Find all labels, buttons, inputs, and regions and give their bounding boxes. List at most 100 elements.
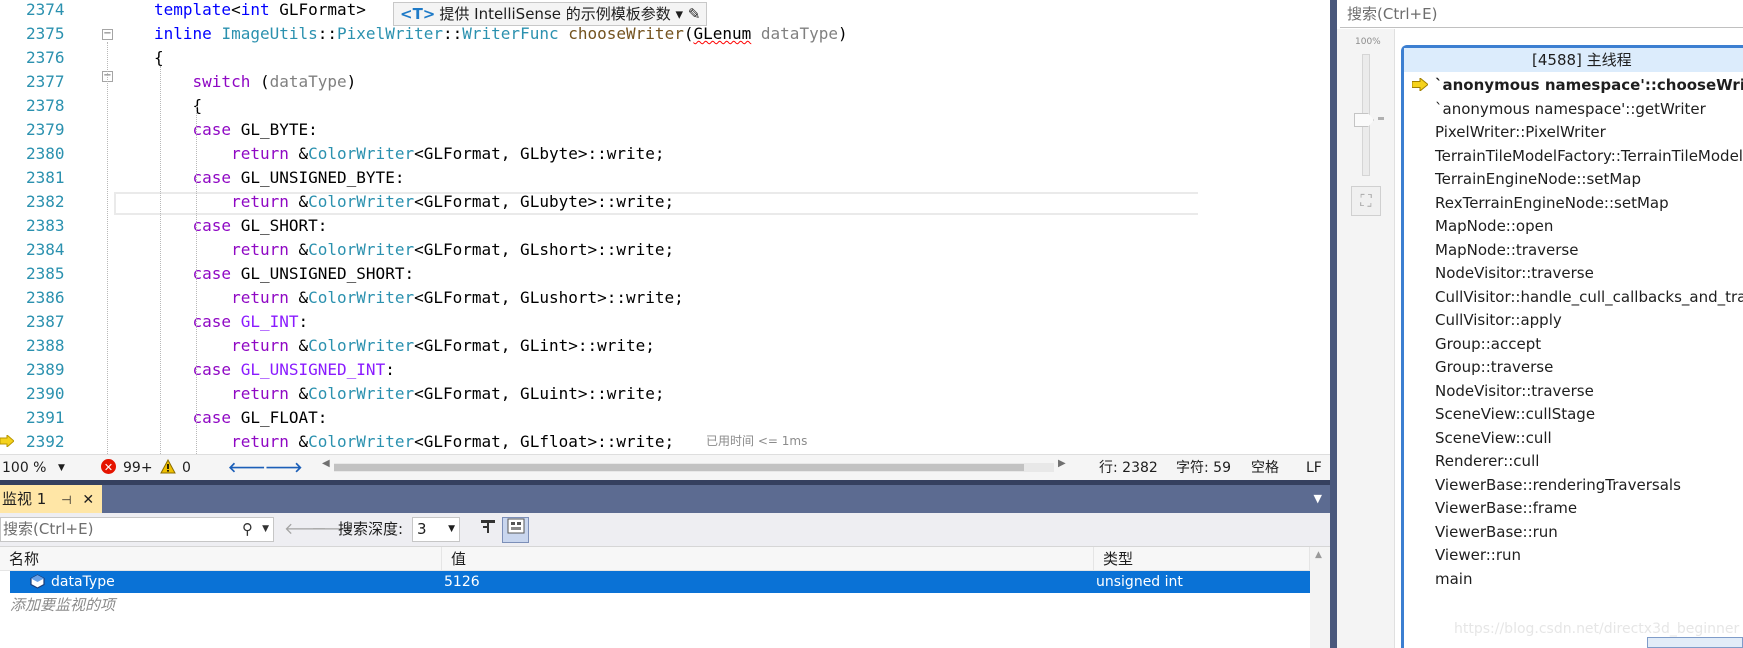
code-line[interactable]: 2391 case GL_FLOAT: xyxy=(0,406,1198,430)
stack-frame[interactable]: CullVisitor::apply xyxy=(1404,307,1743,333)
code-line[interactable]: 2379 case GL_BYTE: xyxy=(0,118,1198,142)
add-watch-item[interactable]: 添加要监视的项 xyxy=(10,594,115,616)
watch-value-cell[interactable]: 5126 xyxy=(444,571,480,593)
code-text[interactable]: case GL_UNSIGNED_INT: xyxy=(154,358,395,382)
stack-frame[interactable]: SceneView::cull xyxy=(1404,425,1743,451)
column-header-name[interactable]: 名称 xyxy=(0,547,442,571)
stack-frame[interactable]: MapNode::open xyxy=(1404,213,1743,239)
chevron-down-icon[interactable]: ▾ xyxy=(676,5,684,23)
arrow-right-icon[interactable]: 🡒 xyxy=(265,459,303,477)
code-text[interactable]: case GL_BYTE: xyxy=(154,118,318,142)
search-depth-select[interactable]: 3 ▼ xyxy=(412,517,460,542)
code-text[interactable]: return &ColorWriter<GLFormat, GLushort>:… xyxy=(154,286,684,310)
code-line[interactable]: 2378 { xyxy=(0,94,1198,118)
stack-frame[interactable]: Group::accept xyxy=(1404,331,1743,357)
chevron-down-icon[interactable]: ▼ xyxy=(262,518,269,541)
minimap-widget[interactable] xyxy=(1647,637,1743,648)
table-row[interactable]: dataType 5126 unsigned int xyxy=(10,571,1310,593)
code-line[interactable]: 2389 case GL_UNSIGNED_INT: xyxy=(0,358,1198,382)
code-line[interactable]: 2380 return &ColorWriter<GLFormat, GLbyt… xyxy=(0,142,1198,166)
code-text[interactable]: switch (dataType) xyxy=(154,70,357,94)
stack-frame[interactable]: Group::traverse xyxy=(1404,354,1743,380)
intellisense-template-hint[interactable]: <T> 提供 IntelliSense 的示例模板参数 ▾ ✎ xyxy=(393,2,708,26)
code-line[interactable]: 2385 case GL_UNSIGNED_SHORT: xyxy=(0,262,1198,286)
whitespace-indicator[interactable]: 空格 xyxy=(1251,459,1279,477)
code-text[interactable]: return &ColorWriter<GLFormat, GLfloat>::… xyxy=(154,430,674,454)
stack-frame[interactable]: Viewer::run xyxy=(1404,542,1743,568)
stack-frame[interactable]: Renderer::cull xyxy=(1404,448,1743,474)
stack-frame[interactable]: SceneView::cullStage xyxy=(1404,401,1743,427)
warning-count[interactable]: 0 xyxy=(182,459,191,477)
code-line[interactable]: 2381 case GL_UNSIGNED_BYTE: xyxy=(0,166,1198,190)
code-line[interactable]: 2384 return &ColorWriter<GLFormat, GLsho… xyxy=(0,238,1198,262)
stack-frame[interactable]: `anonymous namespace'::chooseWriter<> xyxy=(1404,72,1743,98)
error-icon[interactable]: ✕ xyxy=(101,459,116,474)
stack-frame[interactable]: RexTerrainEngineNode::setMap xyxy=(1404,190,1743,216)
line-ending-indicator[interactable]: LF xyxy=(1306,459,1322,477)
stack-frame[interactable]: main xyxy=(1404,566,1743,592)
code-text[interactable]: case GL_INT: xyxy=(154,310,309,334)
callstack-search-input[interactable]: 搜索(Ctrl+E) xyxy=(1340,1,1743,28)
code-line[interactable]: 2388 return &ColorWriter<GLFormat, GLint… xyxy=(0,334,1198,358)
pencil-icon[interactable]: ✎ xyxy=(688,5,701,23)
fit-to-view-icon[interactable]: ⛶ xyxy=(1351,186,1381,216)
code-text[interactable]: case GL_FLOAT: xyxy=(154,406,328,430)
stack-frame[interactable]: `anonymous namespace'::getWriter xyxy=(1404,96,1743,122)
code-text[interactable]: template<int GLFormat> xyxy=(154,0,366,22)
code-line[interactable]: 2376 { xyxy=(0,46,1198,70)
stack-frame[interactable]: ViewerBase::frame xyxy=(1404,495,1743,521)
horizontal-scrollbar[interactable]: ◀ ▶ xyxy=(322,458,1068,472)
code-text[interactable]: return &ColorWriter<GLFormat, GLshort>::… xyxy=(154,238,674,262)
stack-frame[interactable]: TerrainEngineNode::setMap xyxy=(1404,166,1743,192)
code-text[interactable]: { xyxy=(154,94,203,118)
stack-frame[interactable]: ViewerBase::run xyxy=(1404,519,1743,545)
stack-frame[interactable]: CullVisitor::handle_cull_callbacks_and_t… xyxy=(1404,284,1743,310)
chevron-down-icon[interactable]: ▼ xyxy=(58,459,65,477)
code-editor[interactable]: 2374 template<int GLFormat> 2375 inline Ima… xyxy=(0,0,1198,454)
code-line[interactable]: 2387 case GL_INT: xyxy=(0,310,1198,334)
column-header-type[interactable]: 类型 xyxy=(1094,547,1310,571)
scroll-left-icon[interactable]: ◀ xyxy=(322,458,330,469)
watch-search-input[interactable]: 搜索(Ctrl+E) ⚲ ▼ xyxy=(0,517,274,542)
code-line[interactable]: 2392 return &ColorWriter<GLFormat, GLflo… xyxy=(0,430,1198,454)
scroll-thumb[interactable] xyxy=(334,464,1024,471)
watch-name-cell[interactable]: dataType xyxy=(51,571,115,593)
close-icon[interactable]: ✕ xyxy=(82,492,94,508)
code-text[interactable]: return &ColorWriter<GLFormat, GLbyte>::w… xyxy=(154,142,664,166)
watch-vertical-scrollbar[interactable]: ▲ xyxy=(1310,547,1330,648)
stack-frame[interactable]: PixelWriter::PixelWriter xyxy=(1404,119,1743,145)
stack-frame[interactable]: NodeVisitor::traverse xyxy=(1404,260,1743,286)
code-line[interactable]: 2377 switch (dataType) xyxy=(0,70,1198,94)
pin-filter-icon[interactable] xyxy=(476,518,500,542)
search-icon[interactable]: ⚲ xyxy=(242,518,253,541)
code-line[interactable]: 2382 return &ColorWriter<GLFormat, GLuby… xyxy=(0,190,1198,214)
code-line[interactable]: 2386 return &ColorWriter<GLFormat, GLush… xyxy=(0,286,1198,310)
stack-frame[interactable]: MapNode::traverse xyxy=(1404,237,1743,263)
code-text[interactable]: return &ColorWriter<GLFormat, GLuint>::w… xyxy=(154,382,664,406)
scroll-up-icon[interactable]: ▲ xyxy=(1315,550,1322,560)
code-text[interactable]: return &ColorWriter<GLFormat, GLubyte>::… xyxy=(154,190,674,214)
code-text[interactable]: case GL_SHORT: xyxy=(154,214,328,238)
code-line[interactable]: 2383 case GL_SHORT: xyxy=(0,214,1198,238)
char-indicator[interactable]: 字符: 59 xyxy=(1176,459,1231,477)
code-text[interactable]: case GL_UNSIGNED_SHORT: xyxy=(154,262,415,286)
code-text[interactable]: return &ColorWriter<GLFormat, GLint>::wr… xyxy=(154,334,655,358)
arrow-left-icon[interactable]: 🡐 xyxy=(228,459,266,477)
code-text[interactable]: case GL_UNSIGNED_BYTE: xyxy=(154,166,405,190)
error-count[interactable]: 99+ xyxy=(123,459,153,477)
collapse-function-toggle[interactable]: − xyxy=(102,29,113,40)
zoom-level[interactable]: 100 % xyxy=(2,459,46,477)
zoom-slider-thumb[interactable] xyxy=(1354,113,1374,127)
line-indicator[interactable]: 行: 2382 xyxy=(1099,459,1158,477)
stack-frame[interactable]: TerrainTileModelFactory::TerrainTileMode… xyxy=(1404,143,1743,169)
tab-watch-1[interactable]: 监视 1 ⊣ ✕ xyxy=(0,485,103,513)
stack-frame[interactable]: ViewerBase::renderingTraversals xyxy=(1404,472,1743,498)
pin-icon[interactable]: ⊣ xyxy=(61,493,71,507)
code-text[interactable]: { xyxy=(154,46,164,70)
chevron-down-icon[interactable]: ▼ xyxy=(1314,492,1322,505)
column-header-value[interactable]: 值 xyxy=(442,547,1094,571)
warning-icon[interactable] xyxy=(160,459,176,474)
code-line[interactable]: 2390 return &ColorWriter<GLFormat, GLuin… xyxy=(0,382,1198,406)
hex-display-toggle[interactable] xyxy=(502,517,529,543)
stack-frame[interactable]: NodeVisitor::traverse xyxy=(1404,378,1743,404)
